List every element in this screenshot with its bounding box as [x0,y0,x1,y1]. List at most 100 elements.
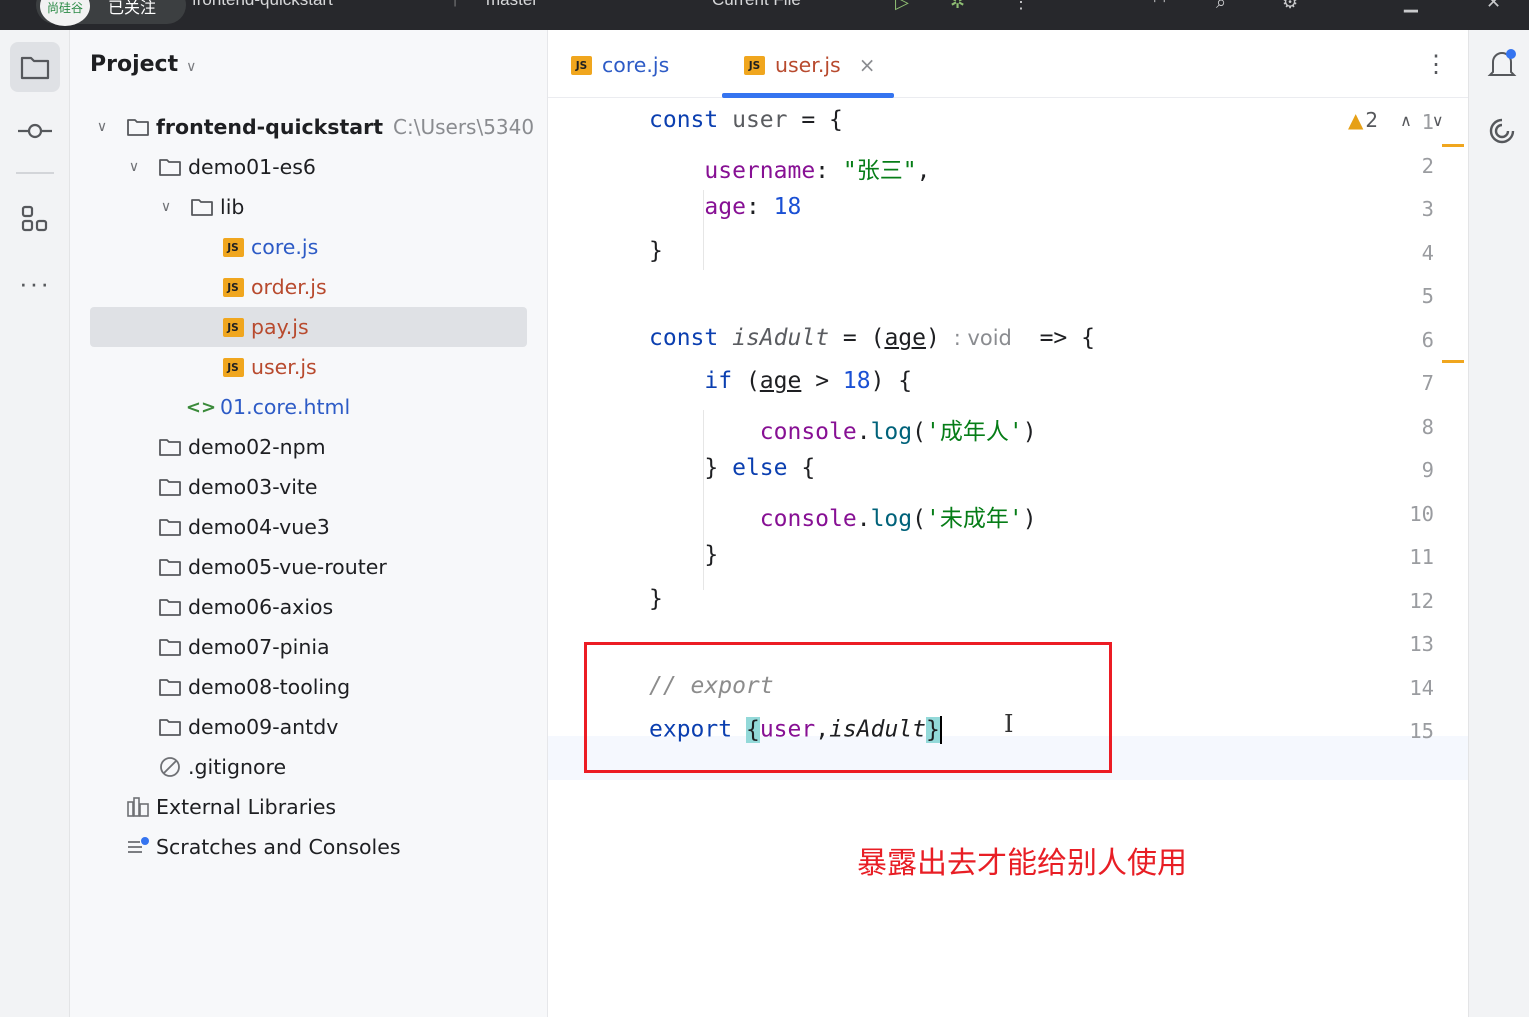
code-line-6[interactable]: const isAdult = (age) : void => { [649,325,1095,351]
line-number: 14 [1409,676,1434,700]
right-tool-strip [1468,30,1529,1017]
tree-item-root[interactable]: ∨ frontend-quickstart C:\Users\5340 [70,107,548,147]
code-line-7[interactable]: if (age > 18) { [649,368,912,394]
code-line-3[interactable]: age: 18 [649,194,801,220]
structure-icon [21,205,48,232]
more-actions-icon[interactable]: ⋮ [1012,0,1030,13]
tree-item-file[interactable]: .gitignore [70,747,548,787]
folder-icon [126,115,150,139]
tree-item-folder[interactable]: demo04-vue3 [70,507,548,547]
tree-item-file[interactable]: JS user.js [70,347,548,387]
line-number: 7 [1421,371,1434,395]
tab-label: core.js [602,53,670,77]
notifications-icon[interactable] [1487,48,1517,80]
tab-user-js[interactable]: JS user.js × [744,50,876,80]
active-tab-indicator [722,93,894,98]
code-line-10[interactable]: console.log('未成年') [649,499,1037,533]
code-line-8[interactable]: console.log('成年人') [649,412,1037,446]
tree-item-label: frontend-quickstart [156,115,384,139]
editor-tab-bar: JS core.js JS user.js × ⋮ [548,30,1468,98]
line-number: 10 [1409,502,1434,526]
tree-item-folder[interactable]: demo09-antdv [70,707,548,747]
warning-stripe-marker[interactable] [1442,144,1464,147]
tree-item-folder[interactable]: ∨ lib [70,187,548,227]
chevron-down-icon[interactable]: ∨ [124,159,144,175]
more-tools-icon[interactable]: ··· [10,258,60,308]
project-panel-title: Project [90,52,179,77]
tree-item-label: .gitignore [188,755,287,779]
javascript-file-icon: JS [744,55,765,75]
tool-window-strip: ··· [0,30,70,1017]
tree-item-label: External Libraries [156,795,337,819]
search-icon[interactable]: ⌕ [1216,0,1226,13]
folder-icon [158,675,182,699]
close-icon[interactable]: × [859,53,876,77]
tree-item-folder[interactable]: demo08-tooling [70,667,548,707]
tree-item-label: demo01-es6 [188,155,316,179]
chevron-down-icon[interactable]: ∨ [156,199,176,215]
close-window-icon[interactable]: ✕ [1486,0,1501,13]
tree-item-file[interactable]: JS order.js [70,267,548,307]
folder-icon [158,155,182,179]
chevron-down-icon[interactable]: ∨ [186,59,196,75]
tree-item-label: demo06-axios [188,595,334,619]
run-config-selector[interactable]: Current File [712,0,801,10]
settings-icon[interactable]: ⚙ [1282,0,1298,13]
tree-item-file[interactable]: <> 01.core.html [70,387,548,427]
structure-tool-button[interactable] [10,194,60,244]
warning-count: 2 [1365,108,1379,132]
code-line-12[interactable]: } [649,586,663,612]
tree-item-folder[interactable]: demo07-pinia [70,627,548,667]
add-user-icon[interactable]: ⁺⁺ [1150,0,1169,13]
warning-stripe-marker[interactable] [1442,360,1464,363]
tree-item-scratches[interactable]: Scratches and Consoles [70,827,548,867]
code-line-1[interactable]: const user = { [649,107,843,133]
project-selector[interactable]: frontend-quickstart [192,0,333,10]
line-number: 9 [1421,458,1434,482]
project-panel-header[interactable]: Project ∨ [90,52,196,77]
tree-item-label: demo09-antdv [188,715,339,739]
tree-item-external-libraries[interactable]: External Libraries [70,787,548,827]
tab-options-icon[interactable]: ⋮ [1424,50,1448,79]
chevron-down-icon[interactable]: ∨ [92,119,112,135]
folder-icon [20,56,50,80]
follow-label[interactable]: 已关注 [108,0,156,18]
tree-item-folder[interactable]: demo02-npm [70,427,548,467]
branch-icon: ᚠ [452,0,461,8]
folder-icon [158,635,182,659]
tree-item-label: core.js [251,235,319,259]
minimize-icon[interactable]: ▁ [1404,0,1418,13]
commit-tool-button[interactable] [10,106,60,156]
folder-icon [158,555,182,579]
tree-item-folder[interactable]: demo03-vite [70,467,548,507]
html-file-icon: <> [185,396,217,418]
debug-icon[interactable]: ✲ [950,0,965,13]
line-number: 6 [1421,328,1434,352]
previous-highlight-icon[interactable]: ∧ [1400,111,1412,130]
tree-item-folder[interactable]: ∨ demo01-es6 [70,147,548,187]
tree-item-folder[interactable]: demo06-axios [70,587,548,627]
scratches-icon [126,835,150,859]
folder-icon [158,595,182,619]
code-line-11[interactable]: } [649,542,718,568]
code-line-9[interactable]: } else { [649,455,815,481]
run-icon[interactable]: ▷ [895,0,909,13]
ai-assistant-icon[interactable] [1487,116,1517,146]
tree-item-file[interactable]: JS core.js [70,227,548,267]
tree-item-file-selected[interactable]: JS pay.js [70,307,548,347]
tree-item-label: lib [220,195,245,219]
folder-icon [158,715,182,739]
project-tool-button[interactable] [10,42,60,92]
tree-item-label: order.js [251,275,327,299]
tree-item-label: demo03-vite [188,475,318,499]
code-line-2[interactable]: username: "张三", [649,151,930,185]
ignored-file-icon [158,755,182,779]
javascript-file-icon: JS [221,355,245,379]
tree-item-folder[interactable]: demo05-vue-router [70,547,548,587]
tab-core-js[interactable]: JS core.js [571,50,669,80]
code-line-4[interactable]: } [649,238,663,264]
javascript-file-icon: JS [221,275,245,299]
line-number: 15 [1409,719,1434,743]
branch-selector[interactable]: master [486,0,538,10]
library-icon [126,795,150,819]
